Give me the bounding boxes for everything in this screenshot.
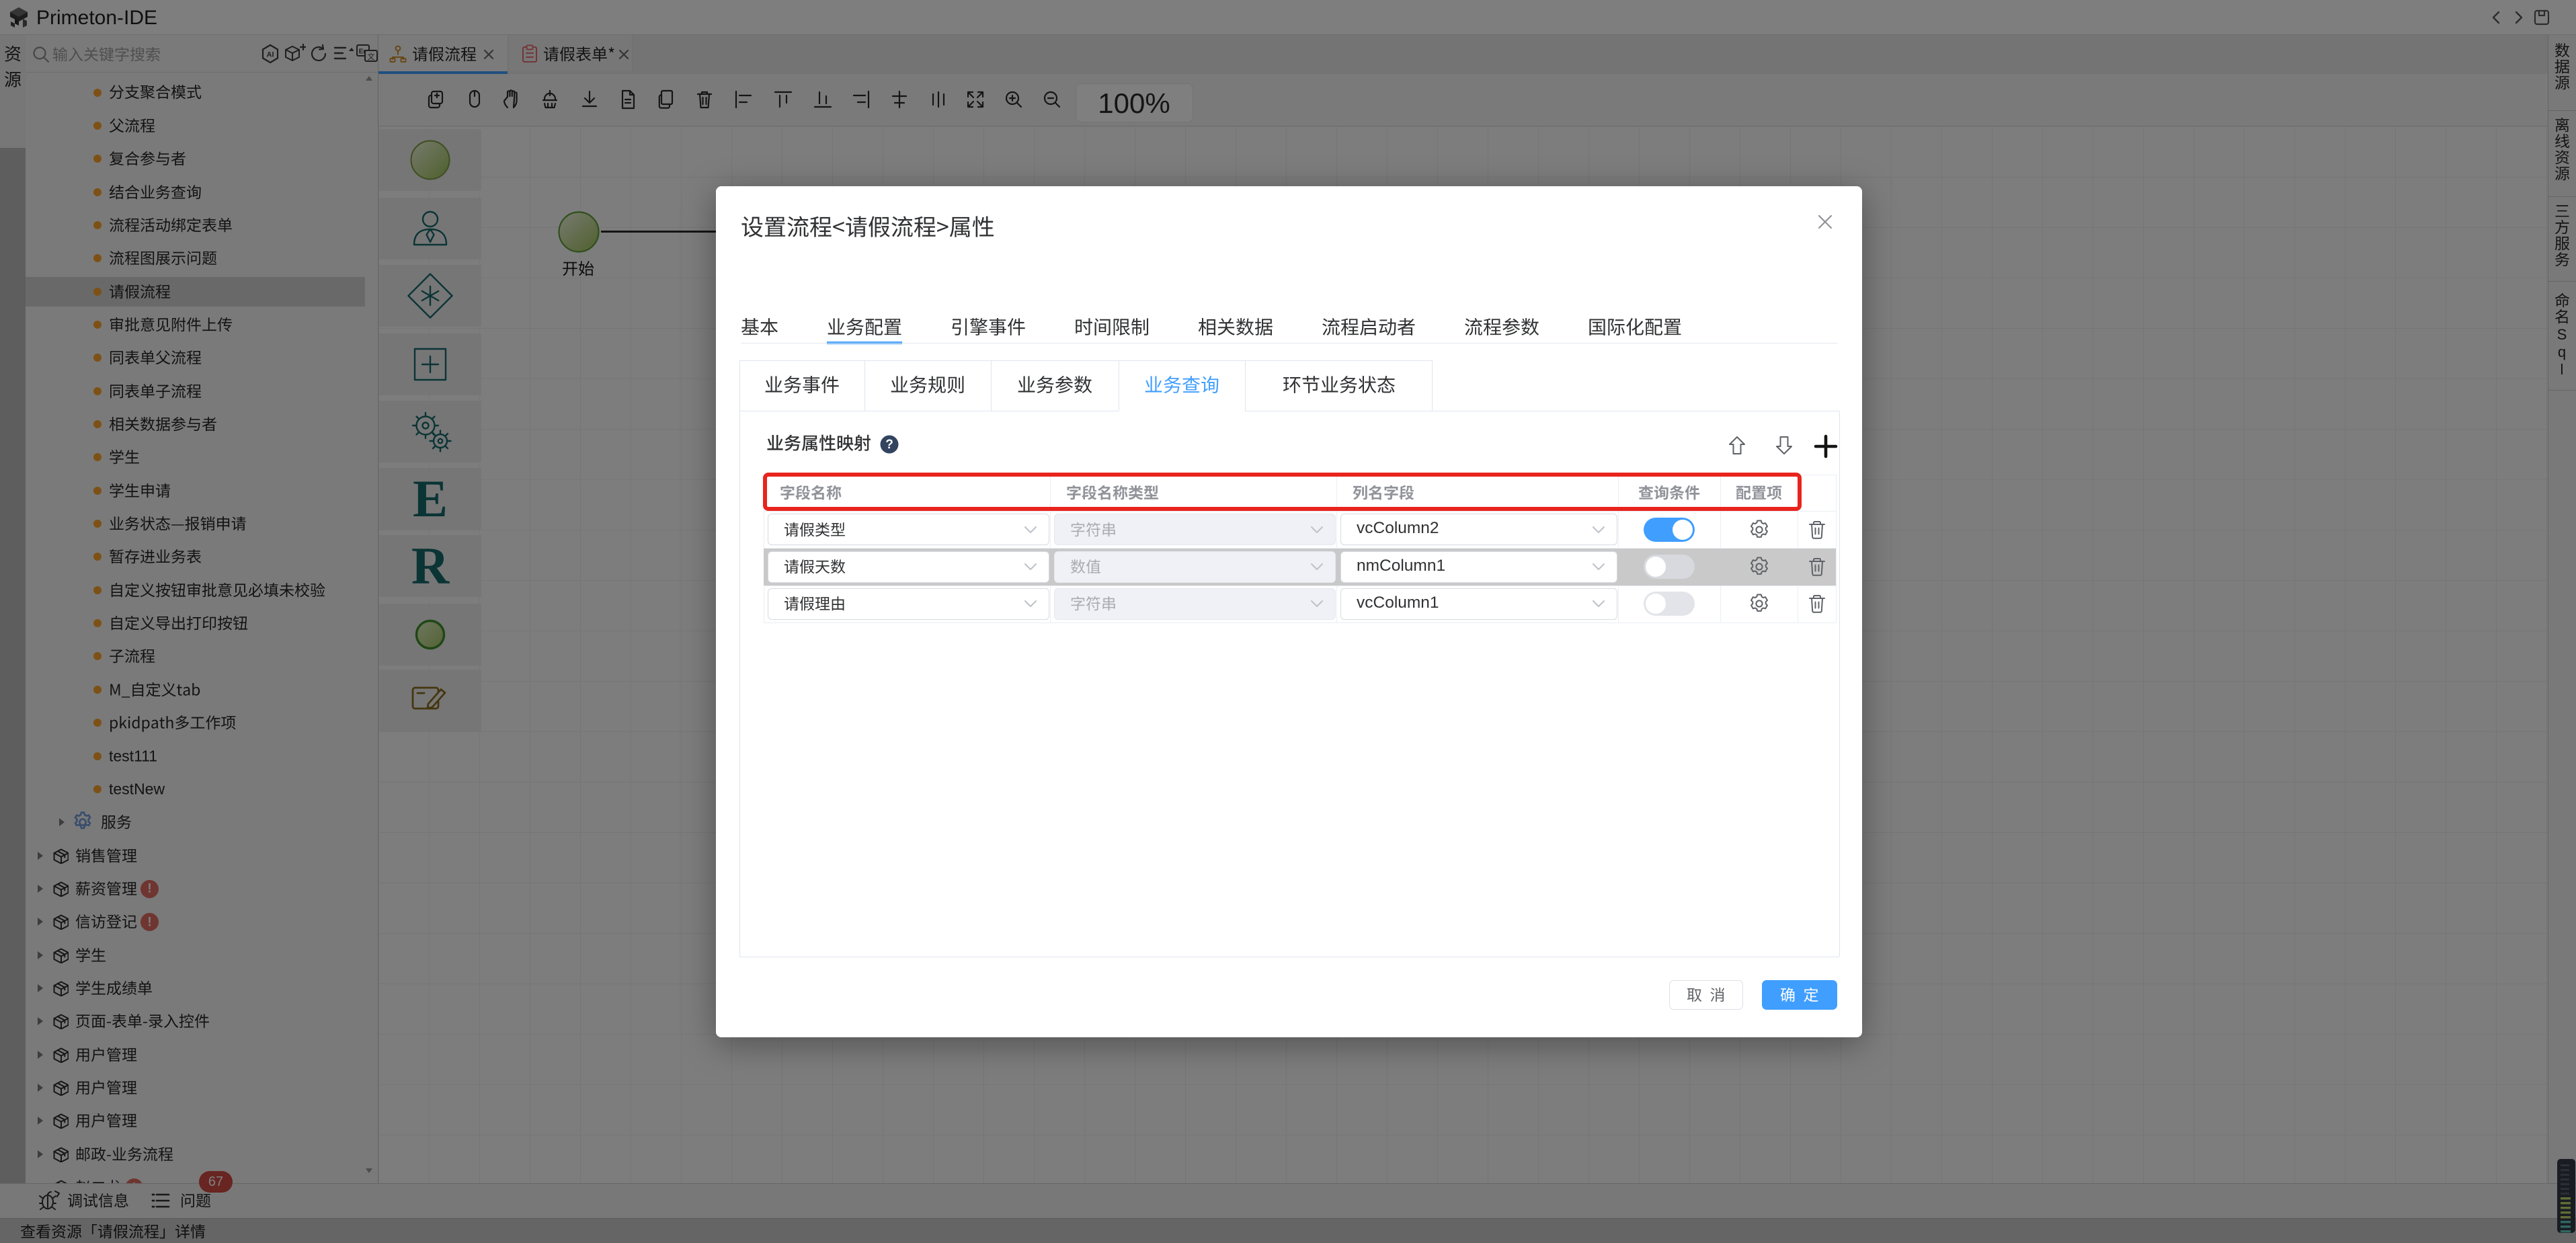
svg-text:?: ? bbox=[885, 438, 893, 452]
